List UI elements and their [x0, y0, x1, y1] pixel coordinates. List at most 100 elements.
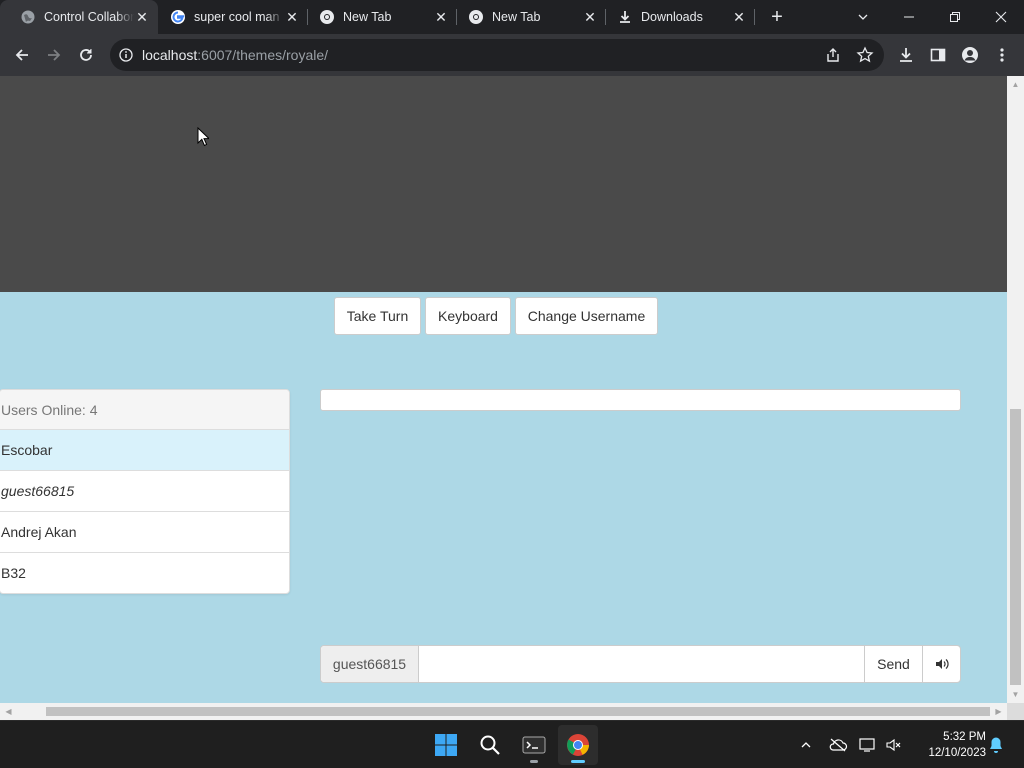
horizontal-scrollbar[interactable]: ◀ ▶ [0, 703, 1007, 720]
browser-window: Control Collaborator ✕ super cool man ✕ … [0, 0, 1024, 768]
chrome-icon [468, 9, 484, 25]
tab-control-collaborator[interactable]: Control Collaborator ✕ [0, 0, 158, 34]
tab-strip: Control Collaborator ✕ super cool man ✕ … [0, 0, 1024, 34]
url-path: :6007/themes/royale/ [197, 47, 329, 63]
video-stream-area[interactable] [0, 76, 1007, 292]
taskbar-search-button[interactable] [470, 725, 510, 765]
close-window-button[interactable] [978, 0, 1024, 34]
system-clock[interactable]: 5:32 PM 12/10/2023 [914, 729, 986, 761]
network-icon [859, 738, 875, 752]
scroll-right-arrow-icon[interactable]: ▶ [990, 703, 1007, 720]
tab-title: Downloads [641, 10, 703, 24]
tab-super-cool-man[interactable]: super cool man ✕ [150, 0, 308, 34]
download-icon [617, 9, 633, 25]
google-icon [170, 9, 186, 25]
chat-bar: guest66815 Send [320, 645, 961, 683]
share-icon[interactable] [824, 46, 842, 64]
onedrive-tray-button[interactable] [828, 735, 848, 755]
cloud-off-icon [829, 738, 848, 752]
arrow-right-icon [48, 49, 61, 61]
globe-icon [20, 9, 36, 25]
menu-button[interactable] [986, 39, 1018, 71]
scroll-down-arrow-icon[interactable]: ▼ [1007, 686, 1024, 703]
profile-button[interactable] [954, 39, 986, 71]
page-content: Take Turn Keyboard Change Username Users… [0, 76, 1007, 703]
taskbar-terminal-button[interactable] [514, 725, 554, 765]
volume-icon [935, 659, 949, 669]
keyboard-button[interactable]: Keyboard [425, 297, 511, 335]
browser-toolbar: localhost:6007/themes/royale/ [0, 34, 1024, 76]
notifications-button[interactable] [986, 735, 1006, 755]
tab-title: Control Collaborator [44, 10, 134, 24]
tab-title: New Tab [492, 10, 541, 24]
tab-separator [754, 9, 755, 25]
tab-title: New Tab [343, 10, 392, 24]
user-list-item: guest66815 [0, 471, 289, 512]
close-tab-icon[interactable]: ✕ [134, 9, 150, 25]
forward-button[interactable] [38, 39, 70, 71]
address-bar[interactable]: localhost:6007/themes/royale/ [110, 39, 884, 71]
take-turn-button[interactable]: Take Turn [334, 297, 421, 335]
running-indicator [530, 760, 538, 763]
new-tab-button[interactable]: + [766, 6, 788, 28]
scrollbar-corner [1007, 703, 1024, 720]
star-icon[interactable] [856, 46, 874, 64]
minimize-button[interactable] [886, 0, 932, 34]
download-icon [900, 48, 912, 62]
change-username-button[interactable]: Change Username [515, 297, 658, 335]
windows-taskbar: 5:32 PM 12/10/2023 [0, 720, 1024, 768]
reload-button[interactable] [70, 39, 102, 71]
network-tray-button[interactable] [858, 735, 878, 755]
volume-muted-icon [886, 738, 901, 752]
windows-logo-icon [435, 734, 457, 756]
close-tab-icon[interactable]: ✕ [433, 9, 449, 25]
scroll-up-arrow-icon[interactable]: ▲ [1007, 76, 1024, 93]
users-online-panel: Users Online: 4 Escobar guest66815 Andre… [0, 389, 290, 594]
search-icon [480, 735, 500, 755]
back-button[interactable] [6, 39, 38, 71]
show-hidden-icons-button[interactable] [796, 735, 816, 755]
tab-search-button[interactable] [840, 0, 886, 34]
info-icon[interactable] [119, 48, 133, 62]
volume-tray-button[interactable] [884, 735, 904, 755]
tab-new-tab-1[interactable]: New Tab ✕ [299, 0, 457, 34]
downloads-button[interactable] [890, 39, 922, 71]
running-indicator [571, 760, 585, 763]
tab-downloads[interactable]: Downloads ✕ [597, 0, 755, 34]
chrome-icon [567, 734, 589, 756]
clock-date: 12/10/2023 [928, 747, 986, 759]
chrome-icon [319, 9, 335, 25]
vertical-scrollbar[interactable]: ▲ ▼ [1007, 76, 1024, 703]
close-icon [995, 11, 1007, 23]
users-online-header: Users Online: 4 [0, 390, 289, 430]
close-tab-icon[interactable]: ✕ [582, 9, 598, 25]
send-button[interactable]: Send [864, 646, 922, 682]
audio-toggle-button[interactable] [922, 646, 960, 682]
restore-button[interactable] [932, 0, 978, 34]
restore-icon [950, 12, 960, 22]
reload-icon [80, 49, 92, 61]
url-text[interactable]: localhost:6007/themes/royale/ [142, 47, 328, 63]
chevron-down-icon [858, 14, 868, 20]
chat-username-label: guest66815 [321, 646, 419, 682]
tab-new-tab-2[interactable]: New Tab ✕ [448, 0, 606, 34]
scroll-left-arrow-icon[interactable]: ◀ [0, 703, 17, 720]
start-button[interactable] [426, 725, 466, 765]
clock-time: 5:32 PM [943, 731, 986, 743]
tab-title: super cool man [194, 10, 280, 24]
user-list-item: B32 [1, 565, 26, 581]
side-panel-button[interactable] [922, 39, 954, 71]
horizontal-scroll-thumb[interactable] [46, 707, 990, 716]
vertical-scroll-thumb[interactable] [1010, 409, 1021, 685]
user-list-item: Andrej Akan [0, 512, 289, 553]
side-panel-icon [930, 48, 946, 62]
terminal-icon [522, 736, 546, 754]
chat-log [320, 389, 961, 411]
close-tab-icon[interactable]: ✕ [284, 9, 300, 25]
chat-message-input[interactable] [419, 646, 864, 682]
url-host: localhost [142, 47, 198, 63]
taskbar-chrome-button[interactable] [558, 725, 598, 765]
arrow-left-icon [15, 49, 28, 61]
close-tab-icon[interactable]: ✕ [731, 9, 747, 25]
bell-icon [990, 737, 1002, 753]
